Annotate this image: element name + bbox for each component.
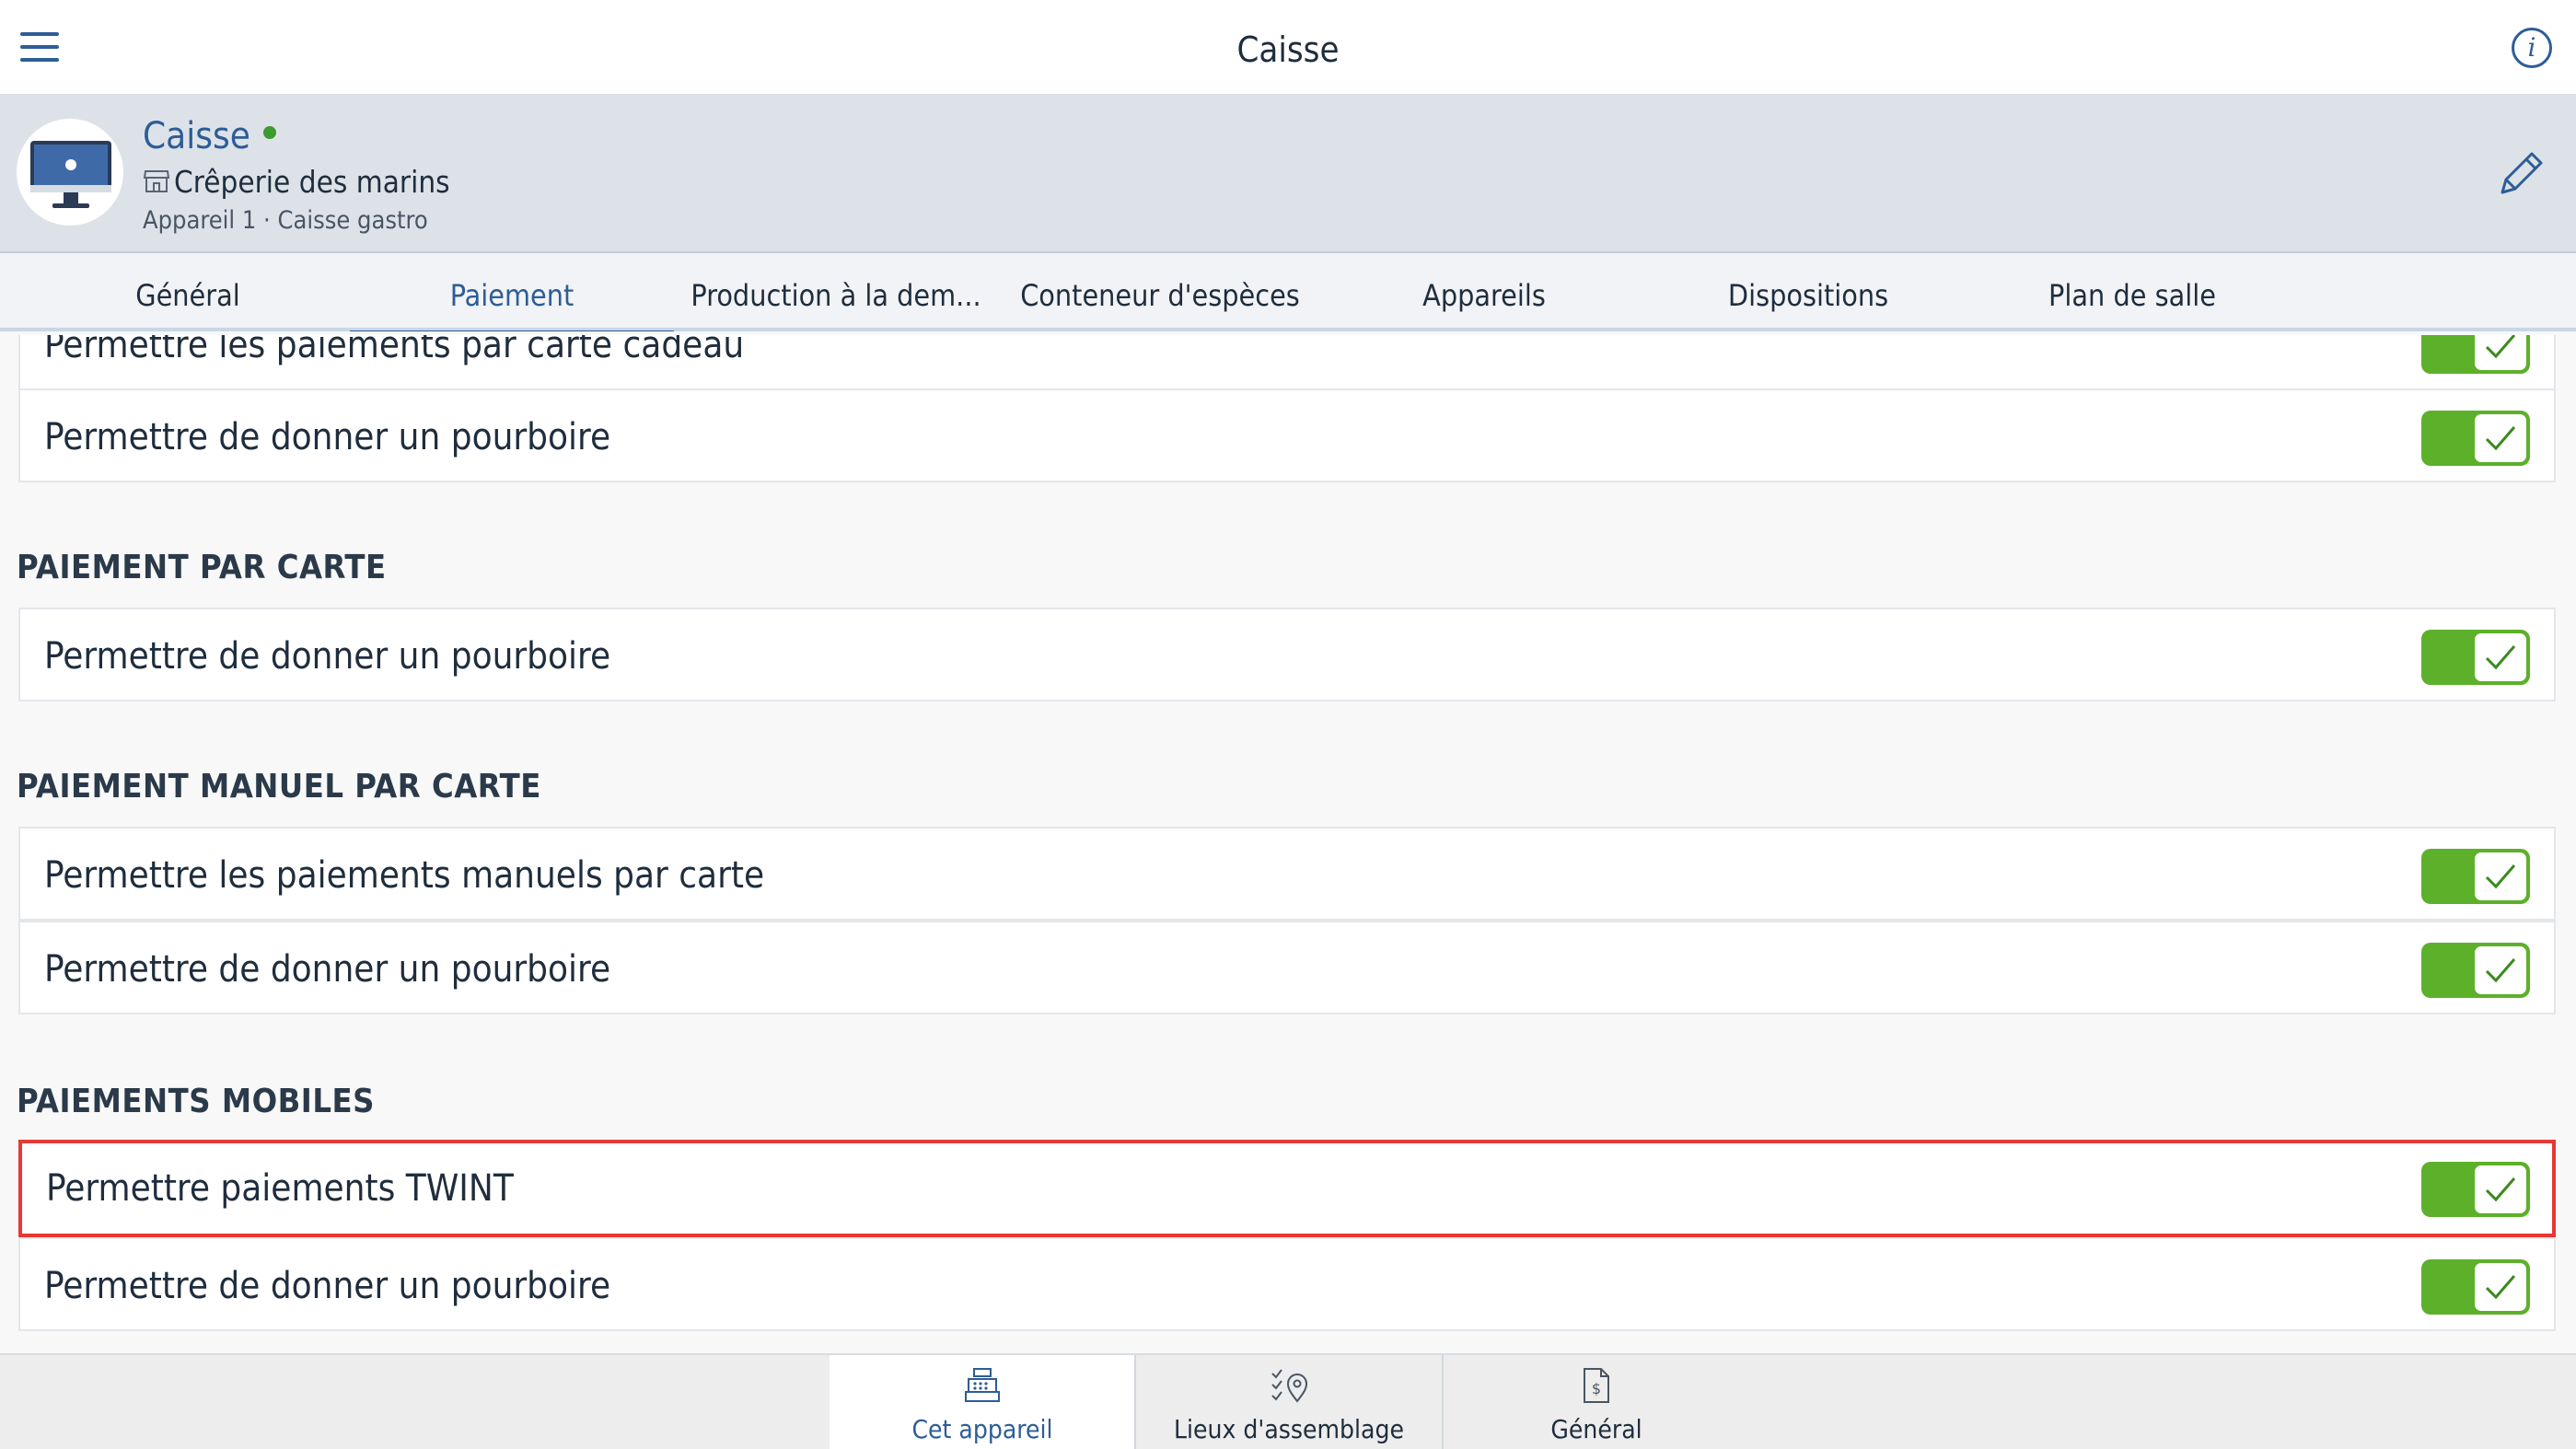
- tab-plan-de-salle[interactable]: Plan de salle: [1970, 253, 2294, 331]
- info-icon[interactable]: i: [2512, 28, 2552, 68]
- checkmark-icon: [2485, 1177, 2516, 1202]
- toggle-switch[interactable]: [2421, 1259, 2530, 1315]
- section-title-manual-card-payment: PAIEMENT MANUEL PAR CARTE: [17, 768, 541, 806]
- tab-general[interactable]: Général: [26, 253, 350, 331]
- setting-row-manual-card[interactable]: Permettre les paiements manuels par cart…: [18, 827, 2556, 921]
- device-header: Caisse Crêperie des marins Appareil 1 · …: [0, 95, 2576, 253]
- tab-appareils[interactable]: Appareils: [1322, 253, 1646, 331]
- setting-label: Permettre paiements TWINT: [46, 1167, 514, 1210]
- bottom-tab-cet-appareil[interactable]: Cet appareil: [830, 1355, 1135, 1449]
- setting-row-gift-card[interactable]: Permettre les paiements par carte cadeau: [18, 335, 2556, 390]
- tab-conteneur-especes[interactable]: Conteneur d'espèces: [998, 253, 1322, 331]
- setting-label: Permettre de donner un pourboire: [44, 948, 611, 991]
- setting-label: Permettre de donner un pourboire: [44, 416, 611, 458]
- checkmark-icon: [2485, 1275, 2516, 1300]
- section-title-card-payment: PAIEMENT PAR CARTE: [17, 549, 387, 586]
- checkmark-icon: [2485, 426, 2516, 451]
- setting-row-mobile-tip[interactable]: Permettre de donner un pourboire: [18, 1237, 2556, 1331]
- top-bar: Caisse i: [0, 0, 2576, 95]
- monitor-icon: [30, 141, 111, 208]
- toggle-switch[interactable]: [2421, 411, 2530, 466]
- svg-text:$: $: [1592, 1380, 1601, 1397]
- device-meta: Appareil 1 · Caisse gastro: [143, 206, 428, 235]
- toggle-switch[interactable]: [2421, 630, 2530, 685]
- checkmark-icon: [2485, 958, 2516, 983]
- setting-row-gift-card-tip[interactable]: Permettre de donner un pourboire: [18, 388, 2556, 482]
- setting-label: Permettre de donner un pourboire: [44, 635, 611, 678]
- bottom-tab-lieux-assemblage[interactable]: Lieux d'assemblage: [1136, 1355, 1442, 1449]
- setting-row-manual-card-tip[interactable]: Permettre de donner un pourboire: [18, 921, 2556, 1014]
- device-avatar: [17, 119, 123, 226]
- setting-row-twint[interactable]: Permettre paiements TWINT: [18, 1140, 2556, 1237]
- pencil-edit-icon[interactable]: [2493, 146, 2548, 202]
- online-status-icon: [262, 126, 276, 139]
- setting-label: Permettre de donner un pourboire: [44, 1265, 611, 1307]
- toggle-switch[interactable]: [2421, 335, 2530, 374]
- toggle-switch[interactable]: [2421, 1162, 2530, 1217]
- bottom-tab-general[interactable]: $ Général: [1444, 1355, 1749, 1449]
- checklist-pin-icon: [1271, 1369, 1308, 1403]
- section-title-mobile-payments: PAIEMENTS MOBILES: [17, 1083, 375, 1120]
- checkmark-icon: [2485, 645, 2516, 670]
- bottom-tab-label: Général: [1550, 1414, 1642, 1444]
- bottom-navigation: Cet appareil Lieux d'assemblage $ Généra…: [0, 1353, 2576, 1449]
- checkmark-icon: [2485, 864, 2516, 889]
- device-name: Caisse: [143, 115, 276, 157]
- settings-tabs: Général Paiement Production à la dem... …: [0, 253, 2576, 331]
- device-location: Crêperie des marins: [143, 164, 450, 200]
- document-dollar-icon: $: [1584, 1368, 1609, 1403]
- bottom-tab-label: Cet appareil: [911, 1414, 1053, 1444]
- tab-paiement[interactable]: Paiement: [350, 253, 674, 331]
- toggle-switch[interactable]: [2421, 849, 2530, 904]
- bottom-tab-label: Lieux d'assemblage: [1174, 1414, 1404, 1444]
- app-window: Caisse i Caisse Crêperie des marins Appa…: [0, 0, 2576, 1449]
- settings-content[interactable]: Permettre les paiements par carte cadeau…: [0, 335, 2576, 1353]
- setting-label: Permettre les paiements manuels par cart…: [44, 854, 765, 897]
- page-title: Caisse: [1236, 29, 1340, 70]
- setting-label: Permettre les paiements par carte cadeau: [44, 335, 745, 366]
- tab-dispositions[interactable]: Dispositions: [1646, 253, 1970, 331]
- toggle-switch[interactable]: [2421, 943, 2530, 998]
- store-icon: [143, 169, 170, 192]
- cash-register-icon: [965, 1368, 1000, 1402]
- tab-production[interactable]: Production à la dem...: [674, 253, 998, 331]
- setting-row-card-tip[interactable]: Permettre de donner un pourboire: [18, 608, 2556, 701]
- checkmark-icon: [2485, 335, 2516, 359]
